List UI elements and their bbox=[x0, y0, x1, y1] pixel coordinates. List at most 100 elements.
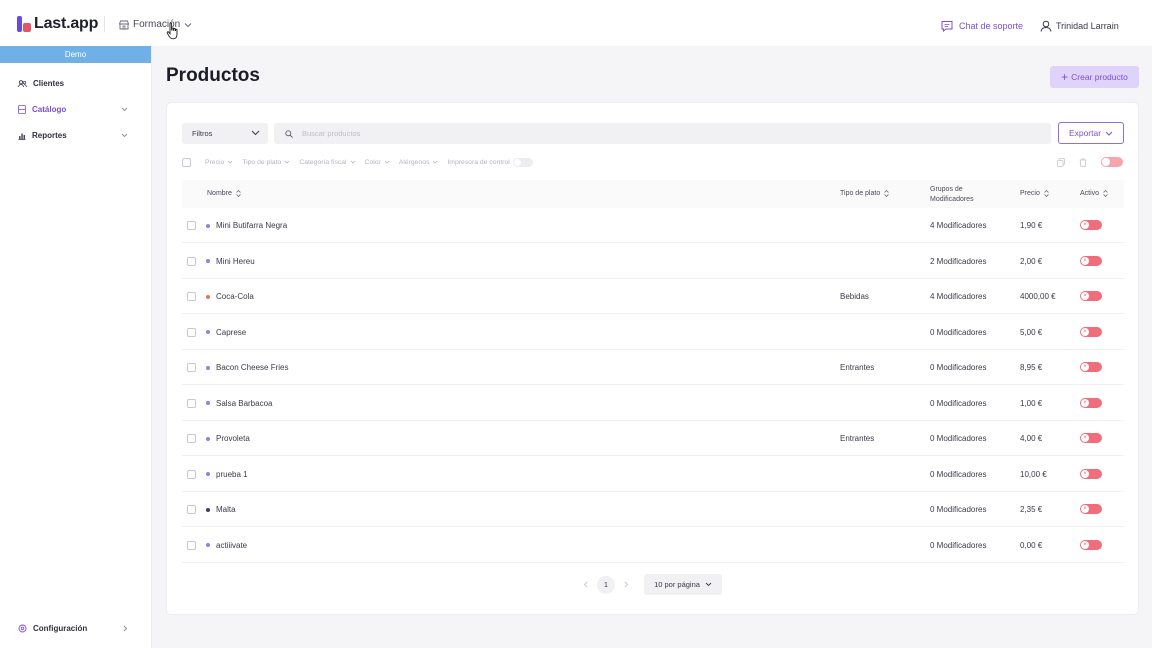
sort-icon bbox=[1103, 190, 1108, 197]
sidebar-item-catalogo[interactable]: Catálogo bbox=[18, 105, 134, 114]
sidebar: Demo Clientes Catálogo Reportes Configur… bbox=[0, 46, 152, 648]
color-dot bbox=[206, 365, 210, 370]
plus-icon: + bbox=[1061, 70, 1069, 84]
chevron-down-icon bbox=[285, 160, 290, 164]
chip-categoria-fiscal[interactable]: Categoría fiscal bbox=[299, 159, 355, 166]
filter-chips: Precio Tipo de plato Categoría fiscal Co… bbox=[182, 155, 533, 169]
chevron-down-icon bbox=[227, 160, 233, 164]
row-checkbox[interactable] bbox=[187, 256, 196, 266]
user-menu[interactable]: Trinidad Larrain bbox=[1040, 20, 1119, 32]
active-toggle[interactable]: × bbox=[1080, 504, 1102, 514]
row-checkbox[interactable] bbox=[187, 363, 196, 372]
table-row[interactable]: Mini Butifarra Negra 4 Modificadores 1,9… bbox=[182, 208, 1124, 243]
active-toggle[interactable]: × bbox=[1080, 255, 1102, 266]
product-name[interactable]: Mini Butifarra Negra bbox=[216, 221, 287, 230]
modifier-count: 0 Modificadores bbox=[930, 505, 987, 514]
product-name[interactable]: Salsa Barbacoa bbox=[216, 399, 272, 408]
chip-precio[interactable]: Precio bbox=[205, 159, 233, 166]
search-box[interactable] bbox=[274, 123, 1051, 144]
demo-badge: Demo bbox=[0, 46, 151, 63]
product-price: 4000,00 € bbox=[1020, 292, 1056, 301]
table-row[interactable]: Mini Hereu 2 Modificadores 2,00 € × bbox=[182, 244, 1124, 279]
sort-icon bbox=[1044, 190, 1049, 197]
table-row[interactable]: Bacon Cheese Fries Entrantes 0 Modificad… bbox=[182, 350, 1124, 385]
product-name[interactable]: Caprese bbox=[216, 328, 246, 337]
table-row[interactable]: Provoleta Entrantes 0 Modificadores 4,00… bbox=[182, 421, 1124, 456]
plate-type: Entrantes bbox=[840, 434, 875, 443]
active-toggle[interactable]: × bbox=[1080, 326, 1102, 337]
header-label: Activo bbox=[1080, 190, 1100, 197]
active-toggle[interactable]: × bbox=[1080, 468, 1102, 479]
color-dot bbox=[206, 259, 210, 263]
row-checkbox[interactable] bbox=[187, 398, 196, 408]
active-toggle[interactable]: × bbox=[1080, 362, 1102, 372]
printer-control-filter[interactable]: Impresora de control bbox=[447, 157, 533, 167]
sidebar-item-configuracion[interactable]: Configuración bbox=[18, 624, 134, 633]
header-price[interactable]: Precio bbox=[1020, 190, 1049, 197]
products-card: Filtros Exportar Precio Tipo de plato Ca… bbox=[166, 102, 1139, 615]
users-icon bbox=[18, 79, 27, 87]
row-checkbox[interactable] bbox=[187, 469, 196, 479]
product-name[interactable]: Provoleta bbox=[216, 434, 250, 443]
location-selector[interactable]: Formación bbox=[119, 19, 196, 30]
header-active[interactable]: Activo bbox=[1080, 190, 1108, 197]
select-all-checkbox[interactable] bbox=[182, 157, 191, 167]
create-product-button[interactable]: + Crear producto bbox=[1050, 66, 1139, 88]
product-name[interactable]: actiiivate bbox=[216, 541, 247, 550]
row-checkbox[interactable] bbox=[187, 327, 196, 337]
sidebar-item-label: Reportes bbox=[32, 131, 67, 140]
product-name[interactable]: Bacon Cheese Fries bbox=[216, 363, 288, 372]
chip-alergenos[interactable]: Alérgenos bbox=[399, 159, 439, 166]
product-name[interactable]: Coca-Cola bbox=[216, 292, 254, 301]
copy-icon[interactable] bbox=[1057, 157, 1065, 167]
app-logo[interactable]: Last.app bbox=[17, 15, 98, 33]
active-toggle[interactable]: × bbox=[1080, 539, 1102, 550]
trash-icon[interactable] bbox=[1079, 157, 1087, 167]
product-name[interactable]: Mini Hereu bbox=[216, 257, 255, 266]
support-chat-link[interactable]: Chat de soporte bbox=[941, 20, 1023, 32]
close-icon: × bbox=[1083, 257, 1087, 264]
table-row[interactable]: actiiivate 0 Modificadores 0,00 € × bbox=[182, 528, 1124, 563]
color-dot bbox=[206, 294, 210, 299]
search-input[interactable] bbox=[302, 129, 1002, 138]
chevron-down-icon bbox=[184, 22, 192, 27]
row-checkbox[interactable] bbox=[187, 434, 196, 443]
table-row[interactable]: Coca-Cola Bebidas 4 Modificadores 4000,0… bbox=[182, 279, 1124, 314]
active-toggle[interactable]: × bbox=[1080, 291, 1102, 301]
product-price: 2,00 € bbox=[1020, 256, 1043, 266]
export-button[interactable]: Exportar bbox=[1058, 122, 1124, 144]
header-name[interactable]: Nombre bbox=[207, 190, 241, 197]
row-checkbox[interactable] bbox=[187, 292, 196, 301]
chevron-right-icon[interactable] bbox=[624, 581, 629, 588]
table-row[interactable]: Salsa Barbacoa 0 Modificadores 1,00 € × bbox=[182, 386, 1124, 421]
row-checkbox[interactable] bbox=[187, 505, 196, 514]
header-plate-type[interactable]: Tipo de plato bbox=[840, 190, 890, 197]
chevron-down-icon bbox=[350, 160, 355, 164]
active-toggle[interactable]: × bbox=[1080, 397, 1102, 408]
active-toggle[interactable]: × bbox=[1080, 220, 1102, 230]
table-row[interactable]: prueba 1 0 Modificadores 10,00 € × bbox=[182, 457, 1124, 492]
header-label: Nombre bbox=[207, 190, 232, 197]
table-row[interactable]: Caprese 0 Modificadores 5,00 € × bbox=[182, 315, 1124, 350]
chip-tipo-de-plato[interactable]: Tipo de plato bbox=[242, 159, 290, 166]
sidebar-item-label: Clientes bbox=[33, 79, 65, 88]
current-page[interactable]: 1 bbox=[597, 575, 615, 594]
product-name[interactable]: Malta bbox=[216, 505, 236, 514]
sidebar-item-reportes[interactable]: Reportes bbox=[18, 131, 134, 140]
chip-color[interactable]: Color bbox=[365, 159, 390, 166]
brand-name: Last.app bbox=[34, 15, 99, 32]
sidebar-item-clientes[interactable]: Clientes bbox=[18, 79, 134, 88]
table-row[interactable]: Malta 0 Modificadores 2,35 € × bbox=[182, 492, 1124, 527]
per-page-select[interactable]: 10 por página bbox=[644, 574, 722, 595]
active-toggle[interactable]: × bbox=[1080, 433, 1102, 443]
printer-toggle[interactable] bbox=[512, 157, 533, 167]
product-name[interactable]: prueba 1 bbox=[216, 470, 248, 479]
filters-select[interactable]: Filtros bbox=[182, 123, 268, 144]
chevron-left-icon[interactable] bbox=[583, 581, 588, 588]
row-checkbox[interactable] bbox=[187, 221, 196, 230]
row-checkbox[interactable] bbox=[187, 540, 196, 550]
chart-icon bbox=[18, 133, 26, 140]
table-header: Nombre Tipo de plato Grupos de Modificad… bbox=[182, 180, 1124, 208]
header-label: Grupos de bbox=[930, 186, 963, 193]
bulk-active-toggle[interactable] bbox=[1101, 157, 1123, 167]
